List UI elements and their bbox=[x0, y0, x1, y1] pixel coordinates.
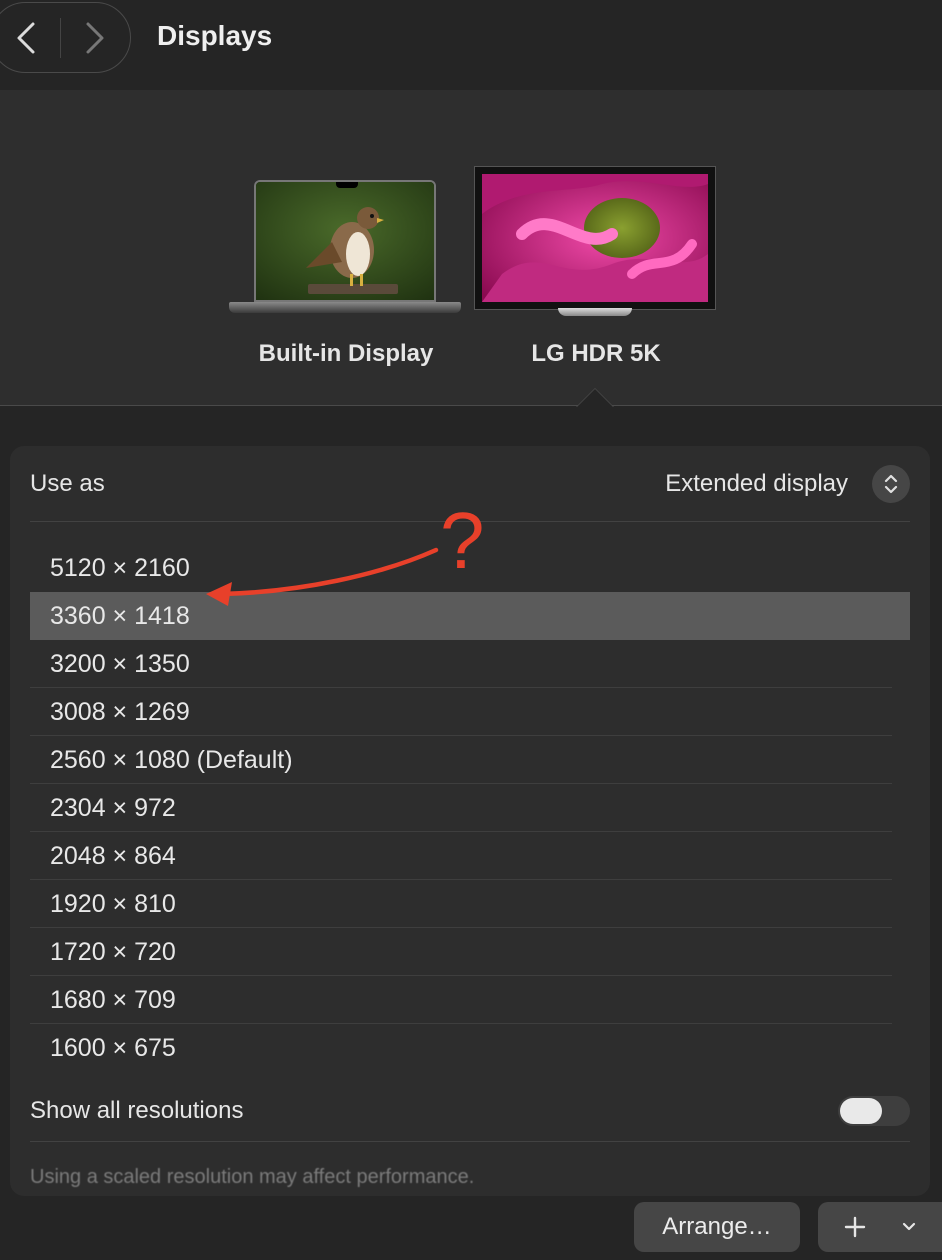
display-selector: Built-in Display LG HDR 5K bbox=[0, 90, 942, 407]
chevron-right-icon bbox=[86, 22, 104, 53]
use-as-value: Extended display bbox=[665, 469, 848, 497]
display-settings-panel: Use as Extended display 5120 × 2160 3360… bbox=[10, 446, 930, 1196]
show-all-resolutions-toggle[interactable] bbox=[838, 1095, 910, 1126]
back-button[interactable] bbox=[0, 3, 60, 73]
use-as-row: Use as Extended display bbox=[30, 446, 910, 522]
resolution-option[interactable]: 5120 × 2160 bbox=[30, 544, 910, 592]
resolution-option[interactable]: 2048 × 864 bbox=[30, 832, 910, 880]
resolution-option-selected[interactable]: 3360 × 1418 bbox=[30, 592, 910, 640]
display-thumbnail-lg-hdr-5k[interactable] bbox=[474, 166, 716, 316]
resolution-option[interactable]: 1680 × 709 bbox=[30, 976, 910, 1024]
display-thumbnail-built-in[interactable] bbox=[229, 178, 461, 318]
resolution-option[interactable]: 2304 × 972 bbox=[30, 784, 910, 832]
chevron-left-icon bbox=[17, 22, 34, 53]
resolution-option[interactable]: 2560 × 1080 (Default) bbox=[30, 736, 910, 784]
monitor-frame bbox=[474, 166, 716, 310]
resolution-list: 5120 × 2160 3360 × 1418 3200 × 1350 3008… bbox=[30, 544, 910, 1072]
monitor-screen bbox=[482, 174, 708, 302]
resolution-option[interactable]: 3200 × 1350 bbox=[30, 640, 910, 688]
use-as-popup[interactable]: Extended display bbox=[665, 464, 910, 503]
wallpaper-flower-image bbox=[482, 174, 708, 302]
resolution-option[interactable]: 1720 × 720 bbox=[30, 928, 910, 976]
laptop-screen bbox=[254, 180, 436, 302]
use-as-label: Use as bbox=[30, 469, 105, 497]
page-title: Displays bbox=[157, 20, 273, 51]
add-display-button[interactable] bbox=[818, 1202, 942, 1252]
resolution-option[interactable]: 3008 × 1269 bbox=[30, 688, 910, 736]
show-all-resolutions-label: Show all resolutions bbox=[30, 1096, 244, 1124]
laptop-notch bbox=[336, 182, 358, 188]
wallpaper-hawk-image bbox=[256, 182, 434, 300]
resolution-option[interactable]: 1600 × 675 bbox=[30, 1024, 910, 1072]
monitor-stand bbox=[558, 308, 632, 316]
forward-button[interactable] bbox=[61, 3, 130, 73]
chevron-down-icon bbox=[902, 1222, 916, 1231]
resolution-option[interactable]: 1920 × 810 bbox=[30, 880, 910, 928]
plus-icon bbox=[844, 1216, 866, 1238]
performance-hint: Using a scaled resolution may affect per… bbox=[30, 1166, 475, 1188]
arrange-button[interactable]: Arrange… bbox=[634, 1202, 800, 1252]
display-label-lg-hdr-5k[interactable]: LG HDR 5K bbox=[480, 340, 712, 368]
toggle-knob bbox=[840, 1097, 882, 1124]
title-bar: Displays bbox=[0, 0, 942, 90]
show-all-resolutions-row: Show all resolutions bbox=[30, 1080, 910, 1142]
up-down-chevron-icon[interactable] bbox=[872, 464, 910, 503]
navigation-buttons bbox=[0, 2, 131, 73]
display-label-built-in[interactable]: Built-in Display bbox=[230, 340, 462, 368]
laptop-base bbox=[229, 302, 461, 313]
